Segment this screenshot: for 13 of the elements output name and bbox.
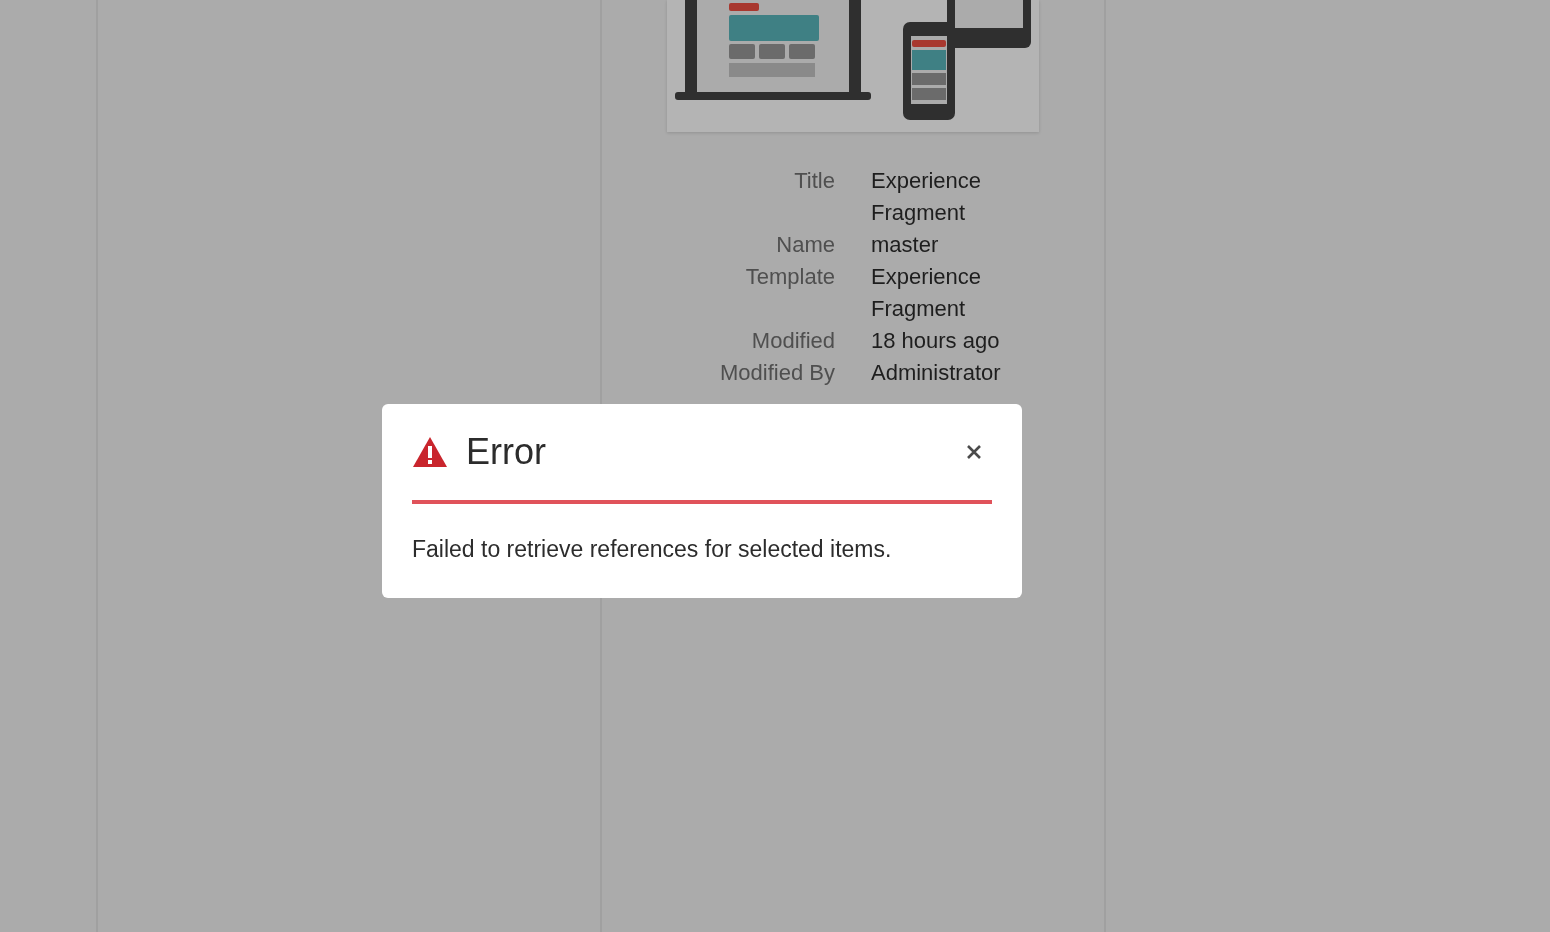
- property-label: Template: [744, 263, 835, 291]
- close-icon: [966, 444, 982, 460]
- property-value: Administrator: [871, 359, 1002, 387]
- property-label: Name: [775, 231, 835, 259]
- property-value: master: [871, 231, 940, 259]
- dialog-message: Failed to retrieve references for selected items.: [412, 536, 893, 563]
- property-label: Modified: [750, 327, 835, 355]
- property-label: Title: [793, 167, 835, 195]
- dialog-title: Error: [466, 431, 547, 473]
- property-value: 18 hours ago: [871, 327, 1001, 355]
- warning-icon: [412, 436, 448, 468]
- property-label: Modified By: [719, 359, 835, 387]
- property-value: Experience Fragment: [871, 263, 983, 323]
